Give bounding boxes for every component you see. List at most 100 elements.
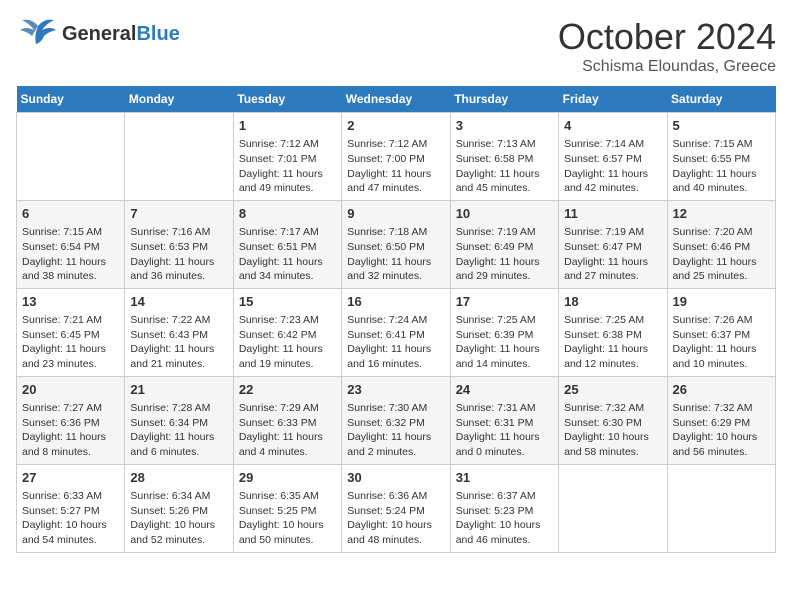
day-number: 18 (564, 293, 661, 311)
calendar-day-cell: 27 Sunrise: 6:33 AMSunset: 5:27 PMDayligh… (17, 464, 125, 552)
day-number: 29 (239, 469, 336, 487)
day-info: Sunrise: 7:21 AMSunset: 6:45 PMDaylight:… (22, 313, 119, 372)
day-info: Sunrise: 7:31 AMSunset: 6:31 PMDaylight:… (456, 401, 553, 460)
calendar-day-cell: 24Sunrise: 7:31 AMSunset: 6:31 PMDayligh… (450, 376, 558, 464)
page-header: GeneralBlue October 2024 Schisma Elounda… (16, 16, 776, 76)
day-number: 8 (239, 205, 336, 223)
calendar-day-cell: 23 Sunrise: 7:30 AMSunset: 6:32 PMDayligh… (342, 376, 450, 464)
day-info: Sunrise: 7:32 AMSunset: 6:29 PMDaylight:… (673, 401, 770, 460)
calendar-day-cell: 9 Sunrise: 7:18 AMSunset: 6:50 PMDaylight… (342, 200, 450, 288)
day-info: Sunrise: 6:37 AMSunset: 5:23 PMDaylight:… (456, 489, 553, 548)
day-info: Sunrise: 7:16 AMSunset: 6:53 PMDaylight:… (130, 225, 227, 284)
weekday-header-friday: Friday (559, 86, 667, 113)
day-info: Sunrise: 7:30 AMSunset: 6:32 PMDaylight:… (347, 401, 444, 460)
day-number: 31 (456, 469, 553, 487)
calendar-day-cell: 22 Sunrise: 7:29 AMSunset: 6:33 PMDayligh… (233, 376, 341, 464)
calendar-day-cell: 16Sunrise: 7:24 AMSunset: 6:41 PMDayligh… (342, 288, 450, 376)
weekday-header-row: SundayMondayTuesdayWednesdayThursdayFrid… (17, 86, 776, 113)
day-info: Sunrise: 7:12 AMSunset: 7:00 PMDaylight:… (347, 137, 444, 196)
calendar-week-row: 20 Sunrise: 7:27 AMSunset: 6:36 PMDayligh… (17, 376, 776, 464)
day-info: Sunrise: 7:19 AMSunset: 6:49 PMDaylight:… (456, 225, 553, 284)
weekday-header-wednesday: Wednesday (342, 86, 450, 113)
calendar-day-cell: 11 Sunrise: 7:19 AMSunset: 6:47 PMDayligh… (559, 200, 667, 288)
calendar-week-row: 27 Sunrise: 6:33 AMSunset: 5:27 PMDayligh… (17, 464, 776, 552)
day-number: 27 (22, 469, 119, 487)
calendar-day-cell: 3 Sunrise: 7:13 AMSunset: 6:58 PMDaylight… (450, 113, 558, 201)
calendar-day-cell (559, 464, 667, 552)
day-number: 7 (130, 205, 227, 223)
day-info: Sunrise: 7:15 AMSunset: 6:55 PMDaylight:… (673, 137, 770, 196)
calendar-day-cell: 14 Sunrise: 7:22 AMSunset: 6:43 PMDayligh… (125, 288, 233, 376)
weekday-header-monday: Monday (125, 86, 233, 113)
day-number: 21 (130, 381, 227, 399)
day-info: Sunrise: 7:15 AMSunset: 6:54 PMDaylight:… (22, 225, 119, 284)
calendar-day-cell: 13 Sunrise: 7:21 AMSunset: 6:45 PMDayligh… (17, 288, 125, 376)
day-number: 25 (564, 381, 661, 399)
calendar-day-cell: 8 Sunrise: 7:17 AMSunset: 6:51 PMDaylight… (233, 200, 341, 288)
day-info: Sunrise: 6:35 AMSunset: 5:25 PMDaylight:… (239, 489, 336, 548)
day-number: 1 (239, 117, 336, 135)
day-number: 14 (130, 293, 227, 311)
day-info: Sunrise: 7:17 AMSunset: 6:51 PMDaylight:… (239, 225, 336, 284)
calendar-week-row: 13 Sunrise: 7:21 AMSunset: 6:45 PMDayligh… (17, 288, 776, 376)
day-info: Sunrise: 7:29 AMSunset: 6:33 PMDaylight:… (239, 401, 336, 460)
day-number: 28 (130, 469, 227, 487)
day-number: 13 (22, 293, 119, 311)
day-info: Sunrise: 7:19 AMSunset: 6:47 PMDaylight:… (564, 225, 661, 284)
calendar-day-cell: 19 Sunrise: 7:26 AMSunset: 6:37 PMDayligh… (667, 288, 775, 376)
day-info: Sunrise: 7:25 AMSunset: 6:39 PMDaylight:… (456, 313, 553, 372)
calendar-day-cell: 21Sunrise: 7:28 AMSunset: 6:34 PMDayligh… (125, 376, 233, 464)
day-number: 23 (347, 381, 444, 399)
day-number: 6 (22, 205, 119, 223)
calendar-day-cell: 18 Sunrise: 7:25 AMSunset: 6:38 PMDayligh… (559, 288, 667, 376)
day-number: 4 (564, 117, 661, 135)
calendar-day-cell: 29 Sunrise: 6:35 AMSunset: 5:25 PMDayligh… (233, 464, 341, 552)
day-number: 10 (456, 205, 553, 223)
day-number: 12 (673, 205, 770, 223)
calendar-day-cell: 17Sunrise: 7:25 AMSunset: 6:39 PMDayligh… (450, 288, 558, 376)
day-number: 22 (239, 381, 336, 399)
logo-text: GeneralBlue (62, 23, 180, 45)
weekday-header-saturday: Saturday (667, 86, 775, 113)
calendar-week-row: 1 Sunrise: 7:12 AMSunset: 7:01 PMDaylight… (17, 113, 776, 201)
calendar-day-cell: 25Sunrise: 7:32 AMSunset: 6:30 PMDayligh… (559, 376, 667, 464)
day-info: Sunrise: 7:12 AMSunset: 7:01 PMDaylight:… (239, 137, 336, 196)
day-number: 3 (456, 117, 553, 135)
calendar-day-cell: 30Sunrise: 6:36 AMSunset: 5:24 PMDayligh… (342, 464, 450, 552)
calendar-table: SundayMondayTuesdayWednesdayThursdayFrid… (16, 86, 776, 553)
calendar-day-cell: 31 Sunrise: 6:37 AMSunset: 5:23 PMDayligh… (450, 464, 558, 552)
day-info: Sunrise: 7:26 AMSunset: 6:37 PMDaylight:… (673, 313, 770, 372)
calendar-day-cell: 12 Sunrise: 7:20 AMSunset: 6:46 PMDayligh… (667, 200, 775, 288)
day-info: Sunrise: 7:23 AMSunset: 6:42 PMDaylight:… (239, 313, 336, 372)
day-number: 20 (22, 381, 119, 399)
calendar-day-cell: 1 Sunrise: 7:12 AMSunset: 7:01 PMDaylight… (233, 113, 341, 201)
day-number: 5 (673, 117, 770, 135)
calendar-day-cell: 20 Sunrise: 7:27 AMSunset: 6:36 PMDayligh… (17, 376, 125, 464)
location-title: Schisma Eloundas, Greece (558, 58, 776, 76)
day-info: Sunrise: 7:14 AMSunset: 6:57 PMDaylight:… (564, 137, 661, 196)
day-info: Sunrise: 7:18 AMSunset: 6:50 PMDaylight:… (347, 225, 444, 284)
calendar-day-cell (125, 113, 233, 201)
calendar-day-cell: 7 Sunrise: 7:16 AMSunset: 6:53 PMDaylight… (125, 200, 233, 288)
day-info: Sunrise: 6:33 AMSunset: 5:27 PMDaylight:… (22, 489, 119, 548)
day-info: Sunrise: 7:24 AMSunset: 6:41 PMDaylight:… (347, 313, 444, 372)
day-info: Sunrise: 7:22 AMSunset: 6:43 PMDaylight:… (130, 313, 227, 372)
day-number: 11 (564, 205, 661, 223)
calendar-day-cell: 26 Sunrise: 7:32 AMSunset: 6:29 PMDayligh… (667, 376, 775, 464)
day-number: 19 (673, 293, 770, 311)
calendar-week-row: 6 Sunrise: 7:15 AMSunset: 6:54 PMDaylight… (17, 200, 776, 288)
title-block: October 2024 Schisma Eloundas, Greece (558, 16, 776, 76)
day-number: 9 (347, 205, 444, 223)
month-title: October 2024 (558, 16, 776, 58)
weekday-header-sunday: Sunday (17, 86, 125, 113)
calendar-day-cell (17, 113, 125, 201)
calendar-day-cell: 28Sunrise: 6:34 AMSunset: 5:26 PMDayligh… (125, 464, 233, 552)
day-info: Sunrise: 7:20 AMSunset: 6:46 PMDaylight:… (673, 225, 770, 284)
day-info: Sunrise: 7:27 AMSunset: 6:36 PMDaylight:… (22, 401, 119, 460)
day-info: Sunrise: 7:13 AMSunset: 6:58 PMDaylight:… (456, 137, 553, 196)
day-info: Sunrise: 7:25 AMSunset: 6:38 PMDaylight:… (564, 313, 661, 372)
weekday-header-thursday: Thursday (450, 86, 558, 113)
day-number: 26 (673, 381, 770, 399)
calendar-day-cell (667, 464, 775, 552)
day-info: Sunrise: 6:36 AMSunset: 5:24 PMDaylight:… (347, 489, 444, 548)
